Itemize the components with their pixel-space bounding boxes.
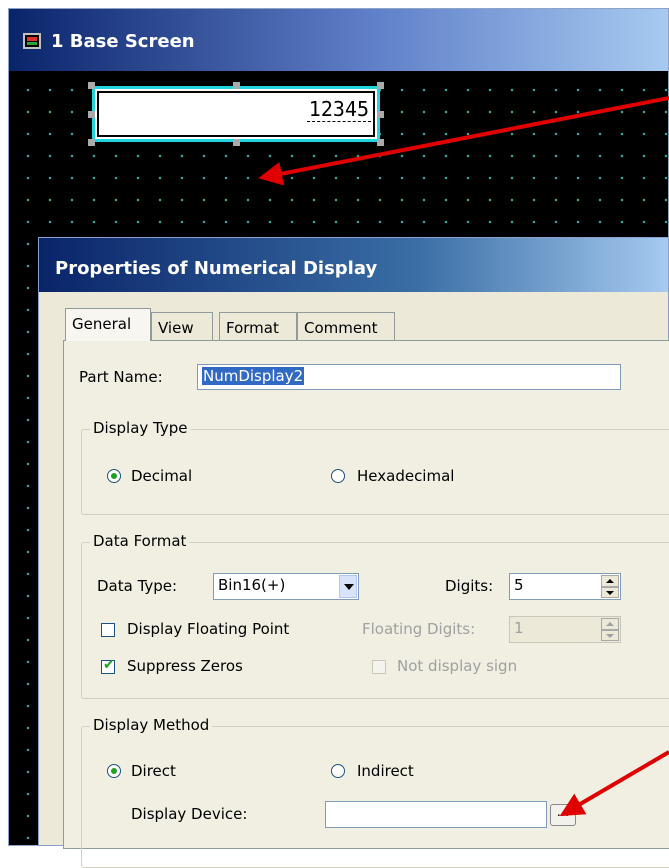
digits-spin-buttons[interactable] <box>601 575 619 598</box>
tab-view[interactable]: View <box>151 312 213 340</box>
display-type-title: Display Type <box>90 419 191 437</box>
resize-handle-tr[interactable] <box>377 82 384 89</box>
floating-digits-spin-buttons[interactable] <box>601 618 619 641</box>
display-method-title: Display Method <box>90 716 213 734</box>
data-format-title: Data Format <box>90 532 190 550</box>
base-screen-title-bar[interactable]: 1 Base Screen <box>9 9 668 71</box>
indirect-label[interactable]: Indirect <box>357 762 414 780</box>
resize-handle-tl[interactable] <box>88 82 95 89</box>
resize-handle-bl[interactable] <box>88 139 95 146</box>
dialog-body: General View Format Comment Part Name: N… <box>39 292 669 868</box>
direct-radio[interactable] <box>107 764 121 778</box>
tab-comment-label: Comment <box>304 319 378 337</box>
display-device-label: Display Device: <box>131 805 248 823</box>
screen-icon <box>23 33 41 49</box>
checkmark-icon: ✔ <box>103 657 115 673</box>
digits-value: 5 <box>514 576 524 594</box>
floating-digits-label: Floating Digits: <box>362 620 476 638</box>
resize-handle-br[interactable] <box>377 139 384 146</box>
part-name-label: Part Name: <box>79 368 163 386</box>
tab-view-label: View <box>158 319 194 337</box>
display-device-input[interactable] <box>325 801 547 828</box>
floating-digits-stepper[interactable]: 1 <box>509 616 621 643</box>
resize-handle-mr[interactable] <box>377 111 384 118</box>
direct-label[interactable]: Direct <box>131 762 176 780</box>
decimal-radio[interactable] <box>107 469 121 483</box>
data-type-label: Data Type: <box>97 577 178 595</box>
suppress-zeros-checkbox[interactable]: ✔ <box>101 657 115 674</box>
not-display-sign-label[interactable]: Not display sign <box>397 657 517 675</box>
numerical-display-part[interactable]: 12345 <box>92 86 380 142</box>
floating-digits-value: 1 <box>514 619 524 637</box>
base-screen-title: 1 Base Screen <box>51 31 195 52</box>
not-display-sign-checkbox[interactable] <box>372 660 386 674</box>
spin-down-icon[interactable] <box>601 586 619 598</box>
spin-down-icon[interactable] <box>601 629 619 641</box>
spin-up-icon[interactable] <box>601 575 619 587</box>
indirect-radio[interactable] <box>331 764 345 778</box>
numerical-display-value: 12345 <box>306 97 371 122</box>
tab-format[interactable]: Format <box>219 312 297 340</box>
display-floating-point-checkbox[interactable] <box>101 623 115 637</box>
display-method-group: Display Method <box>81 716 669 868</box>
tab-general-label: General <box>72 315 132 333</box>
chevron-down-icon[interactable] <box>339 575 357 598</box>
tab-general[interactable]: General <box>65 308 151 341</box>
decimal-label[interactable]: Decimal <box>131 467 192 485</box>
hexadecimal-radio[interactable] <box>331 469 345 483</box>
resize-handle-bm[interactable] <box>233 139 240 146</box>
dialog-title: Properties of Numerical Display <box>55 258 378 279</box>
part-name-value: NumDisplay2 <box>202 367 305 385</box>
data-type-select[interactable]: Bin16(+) <box>213 573 359 600</box>
digits-label: Digits: <box>445 577 494 595</box>
resize-handle-tm[interactable] <box>233 82 240 89</box>
spin-up-icon[interactable] <box>601 618 619 630</box>
tab-comment[interactable]: Comment <box>297 312 395 340</box>
suppress-zeros-label[interactable]: Suppress Zeros <box>127 657 243 675</box>
hexadecimal-label[interactable]: Hexadecimal <box>357 467 454 485</box>
display-floating-point-label[interactable]: Display Floating Point <box>127 620 289 638</box>
data-type-value: Bin16(+) <box>218 576 286 594</box>
part-name-input[interactable]: NumDisplay2 <box>197 364 621 390</box>
tab-format-label: Format <box>226 319 279 337</box>
browse-device-button[interactable]: ... <box>550 804 576 826</box>
dialog-title-bar[interactable]: Properties of Numerical Display <box>39 238 668 292</box>
resize-handle-ml[interactable] <box>88 111 95 118</box>
properties-dialog: Properties of Numerical Display General … <box>38 237 669 868</box>
digits-stepper[interactable]: 5 <box>509 573 621 600</box>
